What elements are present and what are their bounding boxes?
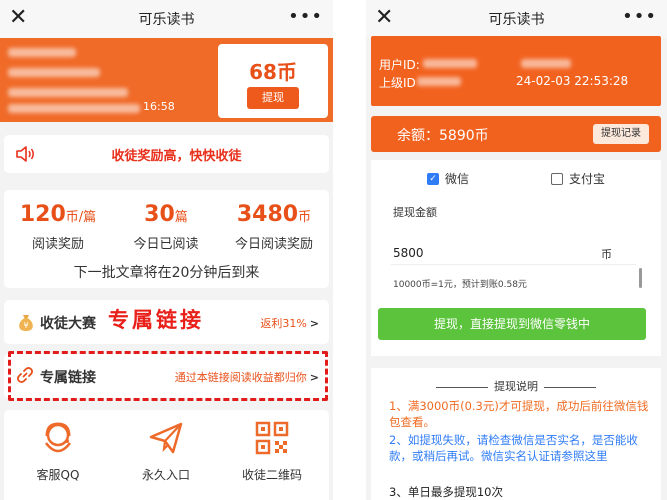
stat-reward-per-article: 120币/篇 阅读奖励 — [4, 202, 112, 252]
link-icon — [16, 366, 34, 388]
user-info-card: 用户ID: 上级ID 24-02-03 22:53:28 — [371, 36, 661, 106]
blurred-parent-id — [417, 77, 461, 86]
right-screen: ✕ 可乐读书 ••• 用户ID: 上级ID 24-02-03 22:53:28 … — [366, 0, 667, 500]
stat-unit: 币 — [298, 210, 312, 225]
reading-stats: 120币/篇 阅读奖励 30篇 今日已阅读 3480币 今日阅读奖励 下一批文章… — [4, 190, 329, 288]
parent-id-label: 上级ID — [379, 76, 416, 90]
input-underline — [391, 264, 636, 265]
more-icon[interactable]: ••• — [288, 3, 323, 31]
withdraw-button[interactable]: 提现 — [247, 87, 299, 109]
paper-plane-icon — [116, 418, 216, 458]
withdraw-form: ✓ 微信 支付宝 提现金额 5800 币 10000币=1元，预计到账0.58元 … — [371, 160, 661, 356]
link-desc-text: 通过本链接阅读收益都归你 — [174, 371, 307, 384]
chevron-right-icon: > — [309, 371, 319, 384]
exclusive-link-desc: 通过本链接阅读收益都归你 > — [175, 369, 319, 385]
instructions-title: 提现说明 — [371, 378, 661, 394]
datetime: 24-02-03 22:53:28 — [516, 74, 629, 88]
stat-reward-today: 3480币 今日阅读奖励 — [220, 202, 328, 252]
withdraw-instructions: 提现说明 1、满3000币(0.3元)才可提现，成功后前往微信钱包查看。 2、如… — [371, 368, 661, 500]
qr-code-icon — [222, 418, 322, 458]
more-icon[interactable]: ••• — [622, 3, 657, 31]
unchecked-box-icon — [551, 172, 563, 185]
tip-failure: 2、如提现失败，请检查微信是否实名，是否能收款，或稍后再试。微信实名认证请参照这… — [389, 433, 638, 463]
withdraw-records-button[interactable]: 提现记录 — [593, 124, 649, 144]
notice-text: 收徒奖励高，快快收徒 — [111, 149, 242, 164]
bottom-actions: 客服QQ 永久入口 收徒二维码 — [4, 410, 329, 500]
chevron-right-icon: > — [309, 317, 319, 330]
checkmark-icon: ✓ — [427, 172, 439, 185]
withdraw-submit-button[interactable]: 提现，直接提现到微信零钱中 — [378, 308, 646, 340]
balance-amount: 余额：5890币 — [397, 128, 489, 144]
top-bar: ✕ 可乐读书 ••• — [0, 0, 333, 38]
tip-daily-limit: 3、单日最多提现10次 — [389, 485, 503, 499]
method-alipay-checkbox[interactable]: 支付宝 — [551, 170, 605, 187]
qr-code-label: 收徒二维码 — [241, 468, 302, 482]
headset-icon — [8, 418, 108, 458]
balance-bar: 余额：5890币 提现记录 — [371, 116, 661, 152]
permanent-entry-button[interactable]: 永久入口 — [116, 418, 216, 483]
overlay-caption: 专属链接 — [108, 308, 204, 332]
customer-service-label: 客服QQ — [36, 468, 80, 482]
scrollbar[interactable] — [639, 268, 642, 288]
method-wechat-checkbox[interactable]: ✓ 微信 — [427, 170, 469, 187]
contest-rebate: 返利31% > — [260, 315, 319, 331]
customer-service-button[interactable]: 客服QQ — [8, 418, 108, 483]
amount-input[interactable]: 5800 — [393, 246, 424, 260]
money-bag-icon: ¥ — [16, 312, 36, 336]
blurred-date — [8, 104, 140, 113]
stat-value: 120 — [19, 202, 66, 227]
exclusive-link-row[interactable]: 专属链接 通过本链接阅读收益都归你 > — [4, 354, 329, 398]
method-alipay-label: 支付宝 — [569, 172, 606, 186]
register-time: 16:58 — [143, 100, 175, 113]
permanent-entry-label: 永久入口 — [141, 468, 190, 482]
svg-text:¥: ¥ — [23, 321, 28, 330]
blurred-nickname — [521, 59, 571, 68]
stat-value: 3480 — [236, 202, 299, 227]
rate-hint: 10000币=1元，预计到账0.58元 — [393, 280, 527, 290]
amount-unit: 币 — [601, 248, 612, 261]
app-title: 可乐读书 — [138, 12, 195, 28]
tip-minimum: 1、满3000币(0.3元)才可提现，成功后前往微信钱包查看。 — [389, 399, 649, 429]
user-id-label: 用户ID: — [379, 58, 420, 72]
stat-value: 30 — [144, 202, 175, 227]
stat-unit: 篇 — [174, 210, 188, 225]
left-screen: ✕ 可乐读书 ••• 16:58 68币 提现 收徒奖励高，快快收徒 120币/… — [0, 0, 333, 500]
method-wechat-label: 微信 — [445, 172, 470, 186]
coins-balance: 68币 — [249, 60, 297, 84]
stat-read-today: 30篇 今日已阅读 — [112, 202, 220, 252]
blurred-user-id — [423, 59, 477, 68]
next-batch-text: 下一批文章将在20分钟后到来 — [73, 265, 260, 281]
top-bar: ✕ 可乐读书 ••• — [366, 0, 667, 38]
stat-unit: 币/篇 — [65, 210, 97, 225]
rebate-text: 返利31% — [260, 317, 307, 330]
stat-label: 今日阅读奖励 — [234, 237, 313, 252]
amount-label: 提现金额 — [393, 206, 437, 219]
blurred-username — [8, 48, 76, 57]
stat-label: 今日已阅读 — [133, 237, 199, 252]
blurred-id — [8, 68, 100, 77]
exclusive-link-label: 专属链接 — [40, 370, 96, 386]
qr-code-button[interactable]: 收徒二维码 — [222, 418, 322, 483]
stat-label: 阅读奖励 — [31, 237, 84, 252]
blurred-info — [8, 88, 128, 97]
contest-label: 收徒大赛 — [40, 316, 96, 332]
notice-bar: 收徒奖励高，快快收徒 — [4, 135, 329, 173]
coins-card: 68币 提现 — [218, 44, 328, 118]
